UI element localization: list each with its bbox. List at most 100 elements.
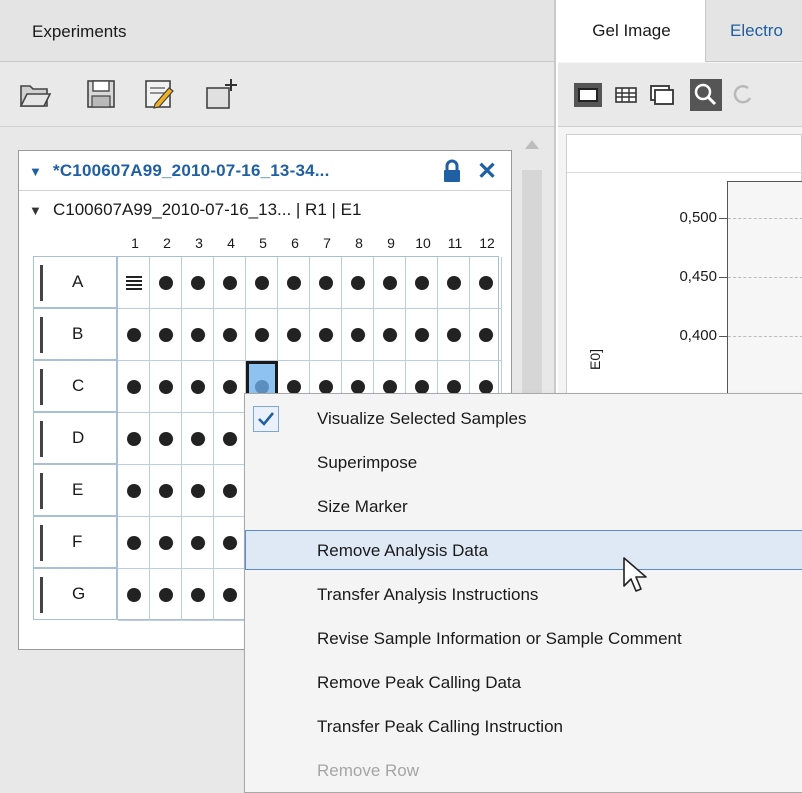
well[interactable] (150, 257, 182, 309)
plate-column-header[interactable]: 5 (247, 235, 279, 251)
plate-row-header[interactable]: G (33, 568, 117, 620)
plate-column-header[interactable]: 6 (279, 235, 311, 251)
plate-row-header[interactable]: B (33, 308, 117, 360)
close-icon[interactable]: ✕ (477, 157, 497, 186)
well[interactable] (470, 309, 502, 361)
well[interactable] (182, 309, 214, 361)
plate-column-header[interactable]: 7 (311, 235, 343, 251)
well[interactable] (246, 257, 278, 309)
menu-item[interactable]: Transfer Analysis Instructions (245, 574, 802, 614)
well[interactable] (118, 257, 150, 309)
well[interactable] (278, 309, 310, 361)
expand-triangle-icon[interactable]: ▼ (29, 203, 42, 218)
well[interactable] (406, 309, 438, 361)
mouse-cursor-icon (623, 557, 647, 592)
well[interactable] (438, 309, 470, 361)
sample-dot-icon (190, 327, 205, 342)
well[interactable] (118, 517, 150, 569)
row-indicator (40, 369, 43, 405)
grid-view-button[interactable] (608, 77, 644, 113)
well[interactable] (182, 517, 214, 569)
sample-dot-icon (478, 327, 493, 342)
plate-row-header[interactable]: E (33, 464, 117, 516)
menu-item[interactable]: Transfer Peak Calling Instruction (245, 706, 802, 746)
menu-item[interactable]: Superimpose (245, 442, 802, 482)
plate-row-header[interactable]: C (33, 360, 117, 412)
plate-column-header[interactable]: 8 (343, 235, 375, 251)
plate-column-header[interactable]: 2 (151, 235, 183, 251)
scroll-up-arrow-icon[interactable] (525, 140, 539, 149)
plate-column-header[interactable]: 12 (471, 235, 503, 251)
well[interactable] (470, 257, 502, 309)
well[interactable] (182, 465, 214, 517)
well[interactable] (214, 465, 246, 517)
plate-column-header[interactable]: 9 (375, 235, 407, 251)
plate-column-header[interactable]: 10 (407, 235, 439, 251)
well[interactable] (310, 309, 342, 361)
well[interactable] (438, 257, 470, 309)
menu-item-label: Size Marker (317, 497, 408, 516)
well[interactable] (406, 257, 438, 309)
well[interactable] (342, 309, 374, 361)
well[interactable] (150, 413, 182, 465)
open-folder-button[interactable] (14, 73, 56, 115)
overlay-view-button[interactable] (644, 77, 680, 113)
chip-row[interactable]: ▼ C100607A99_2010-07-16_13... | R1 | E1 (19, 192, 511, 230)
menu-item[interactable]: Revise Sample Information or Sample Comm… (245, 618, 802, 658)
edit-icon (145, 80, 174, 109)
well[interactable] (214, 517, 246, 569)
well[interactable] (246, 309, 278, 361)
plate-column-header[interactable]: 1 (119, 235, 151, 251)
well[interactable] (150, 517, 182, 569)
zoom-button[interactable] (688, 77, 724, 113)
experiments-toolbar (0, 63, 554, 127)
save-button[interactable] (80, 73, 122, 115)
well[interactable] (182, 413, 214, 465)
well[interactable] (150, 465, 182, 517)
well[interactable] (214, 569, 246, 621)
row-label: D (72, 428, 85, 447)
tab-gel-image[interactable]: Gel Image (558, 0, 706, 62)
well[interactable] (214, 257, 246, 309)
well[interactable] (214, 361, 246, 413)
menu-item[interactable]: Remove Analysis Data (245, 530, 802, 570)
undo-zoom-button[interactable] (724, 77, 760, 113)
well[interactable] (374, 257, 406, 309)
well[interactable] (150, 309, 182, 361)
well[interactable] (150, 361, 182, 413)
well[interactable] (118, 361, 150, 413)
well[interactable] (214, 309, 246, 361)
plate-column-header[interactable]: 4 (215, 235, 247, 251)
plate-row-header[interactable]: D (33, 412, 117, 464)
sample-dot-icon (382, 275, 397, 290)
well[interactable] (118, 413, 150, 465)
plate-column-header[interactable]: 11 (439, 235, 471, 251)
well[interactable] (182, 361, 214, 413)
well[interactable] (118, 309, 150, 361)
plate-row-header[interactable]: A (33, 256, 117, 308)
menu-item[interactable]: Remove Peak Calling Data (245, 662, 802, 702)
well[interactable] (374, 309, 406, 361)
grid-line (728, 336, 802, 337)
single-view-button[interactable] (570, 77, 606, 113)
experiment-row[interactable]: ▼ *C100607A99_2010-07-16_13-34... ✕ (19, 151, 511, 191)
well[interactable] (310, 257, 342, 309)
sample-dot-icon (190, 587, 205, 602)
well[interactable] (150, 569, 182, 621)
well[interactable] (278, 257, 310, 309)
well[interactable] (182, 257, 214, 309)
menu-item-label: Visualize Selected Samples (317, 409, 527, 428)
new-experiment-button[interactable] (200, 73, 242, 115)
expand-triangle-icon[interactable]: ▼ (29, 164, 42, 179)
well[interactable] (118, 465, 150, 517)
well[interactable] (214, 413, 246, 465)
menu-item[interactable]: Visualize Selected Samples (245, 398, 802, 438)
well[interactable] (118, 569, 150, 621)
plate-column-header[interactable]: 3 (183, 235, 215, 251)
well[interactable] (342, 257, 374, 309)
plate-row-header[interactable]: F (33, 516, 117, 568)
well[interactable] (182, 569, 214, 621)
edit-button[interactable] (138, 73, 180, 115)
menu-item[interactable]: Size Marker (245, 486, 802, 526)
tab-electropherogram[interactable]: Electro (716, 0, 802, 62)
